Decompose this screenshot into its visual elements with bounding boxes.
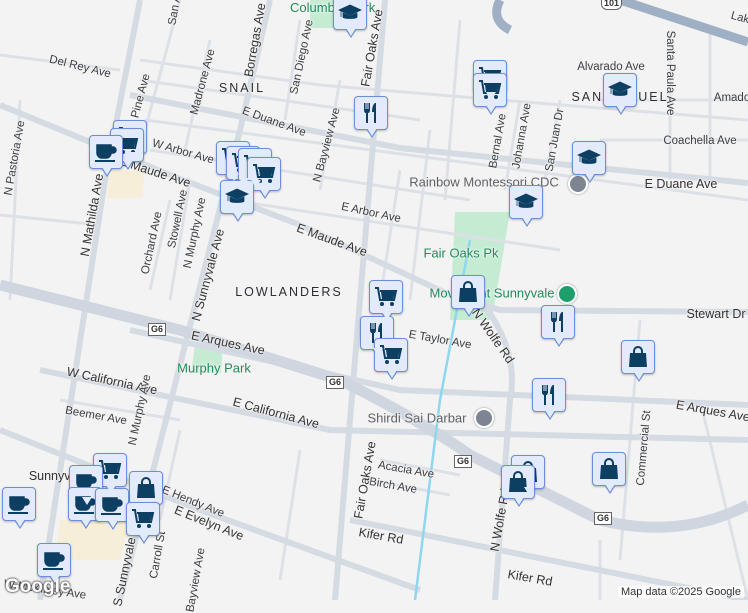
map-attribution[interactable]: Map data ©2025 Google <box>617 586 744 598</box>
route-shield-g6: G6 <box>454 455 473 468</box>
fork-knife-icon <box>359 101 383 125</box>
shopping-bag-icon <box>597 457 621 481</box>
neighborhood-label: LOWLANDERS <box>235 285 343 299</box>
cafe-marker[interactable] <box>37 543 71 585</box>
street-label: Amador Ave <box>713 92 748 104</box>
route-shield-g6: G6 <box>148 323 167 336</box>
shopping-bag-icon <box>456 280 480 304</box>
grocery-marker[interactable] <box>369 280 403 322</box>
shopping-marker[interactable] <box>592 452 626 494</box>
route-shield-g6: G6 <box>326 376 345 389</box>
graduation-cap-icon <box>577 146 601 170</box>
poi-label[interactable]: Shirdi Sai Darbar <box>368 411 467 426</box>
graduation-cap-icon <box>608 78 632 102</box>
google-logo: Google <box>5 576 71 597</box>
coffee-cup-icon <box>100 493 124 517</box>
restaurant-marker[interactable] <box>541 305 575 347</box>
shopping-bag-icon <box>134 476 158 500</box>
park-label[interactable]: Murphy Park <box>177 361 251 376</box>
shopping-bag-icon <box>626 345 650 369</box>
coffee-cup-icon <box>94 140 118 164</box>
school-marker[interactable] <box>572 141 606 183</box>
restaurant-marker[interactable] <box>532 378 566 420</box>
grocery-marker[interactable] <box>473 73 507 115</box>
poi-label[interactable]: Movement Sunnyvale <box>429 286 554 301</box>
fork-knife-icon <box>537 383 561 407</box>
route-shield-g6: G6 <box>594 512 613 525</box>
street-label: Stewart Dr <box>686 307 746 321</box>
street-label: E Duane Ave <box>644 177 718 191</box>
graduation-cap-icon <box>338 1 362 25</box>
school-marker[interactable] <box>603 73 637 115</box>
restaurant-marker[interactable] <box>354 96 388 138</box>
cafe-marker[interactable] <box>89 135 123 177</box>
temple-pin-icon[interactable] <box>474 408 494 428</box>
place-pin-icon[interactable] <box>557 284 577 304</box>
graduation-cap-icon <box>514 190 538 214</box>
school-marker[interactable] <box>333 0 367 38</box>
street-label: Coachella Ave <box>663 135 737 147</box>
shopping-marker[interactable] <box>129 471 163 513</box>
coffee-cup-icon <box>42 548 66 572</box>
coffee-cup-icon <box>7 492 31 516</box>
cafe-marker[interactable] <box>2 487 36 529</box>
shopping-marker[interactable] <box>451 275 485 317</box>
cart-icon <box>374 285 398 309</box>
street-label: Alvarado Ave <box>577 61 645 73</box>
cafe-marker[interactable] <box>95 488 129 530</box>
neighborhood-label: SNAIL <box>218 81 266 95</box>
park-label[interactable]: Fair Oaks Pk <box>423 246 498 261</box>
fork-knife-icon <box>546 310 570 334</box>
shopping-marker[interactable] <box>621 340 655 382</box>
graduation-cap-icon <box>225 185 249 209</box>
school-marker[interactable] <box>509 185 543 227</box>
street-label: Santa Paula Ave <box>664 30 676 116</box>
route-shield-101: 101 <box>601 0 623 10</box>
